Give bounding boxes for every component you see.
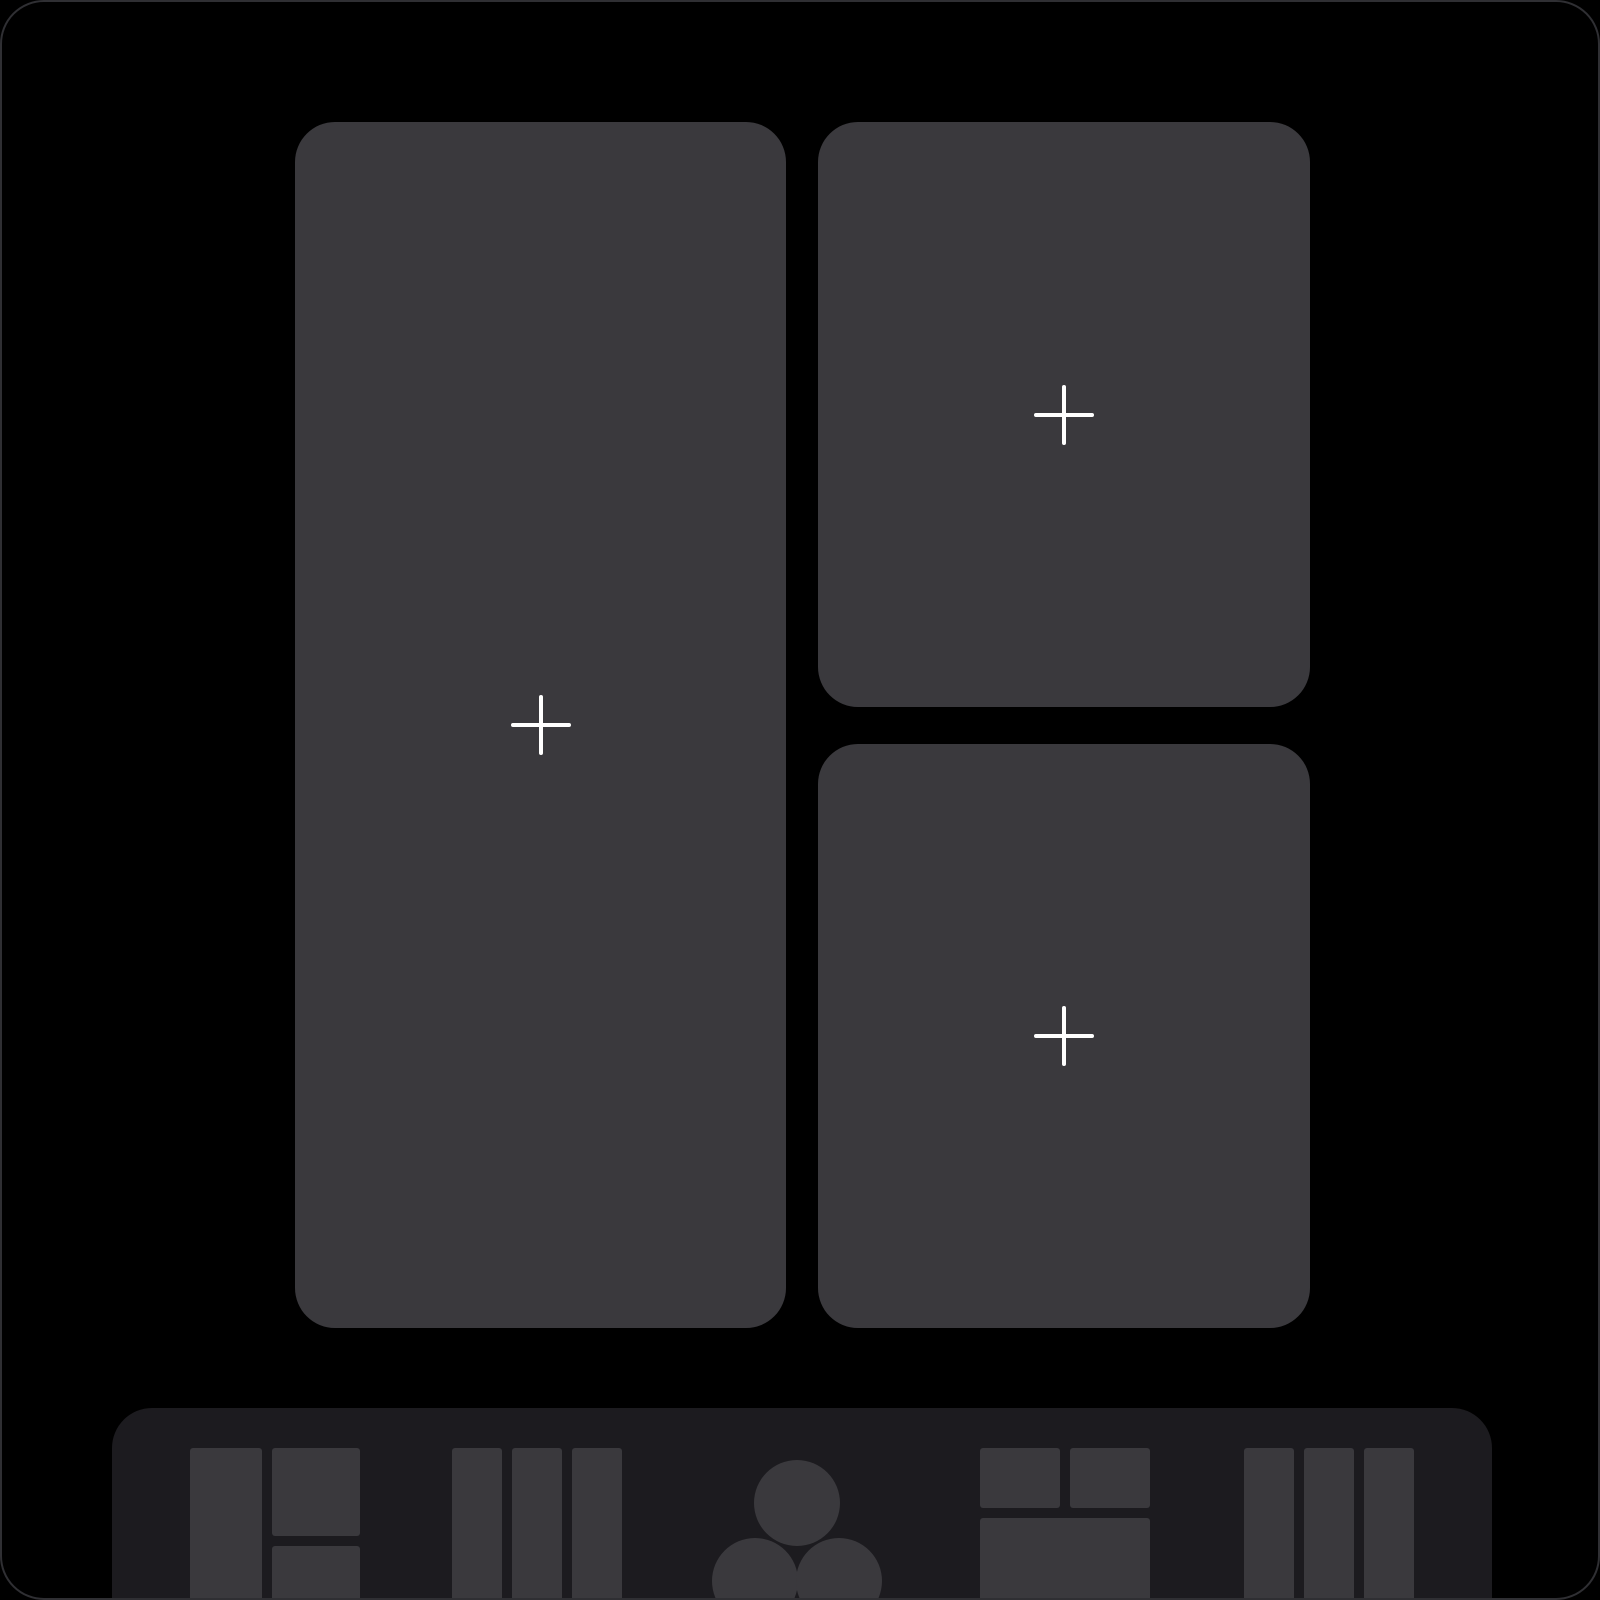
add-photo-icon[interactable] — [1034, 1006, 1094, 1066]
layout-three-columns-alt-icon[interactable] — [1244, 1448, 1414, 1598]
collage-editor-frame — [0, 0, 1600, 1600]
layout-tray — [112, 1408, 1492, 1598]
layout-one-left-two-right-icon[interactable] — [190, 1448, 360, 1598]
photo-slot-bottom-right[interactable] — [818, 744, 1310, 1328]
photo-slot-top-right[interactable] — [818, 122, 1310, 707]
photo-slot-left[interactable] — [295, 122, 786, 1328]
layout-two-top-one-bottom-icon[interactable] — [980, 1448, 1150, 1598]
add-photo-icon[interactable] — [510, 695, 571, 755]
layout-three-columns-icon[interactable] — [452, 1448, 622, 1598]
layout-three-circles-icon[interactable] — [712, 1448, 882, 1598]
add-photo-icon[interactable] — [1034, 384, 1094, 445]
